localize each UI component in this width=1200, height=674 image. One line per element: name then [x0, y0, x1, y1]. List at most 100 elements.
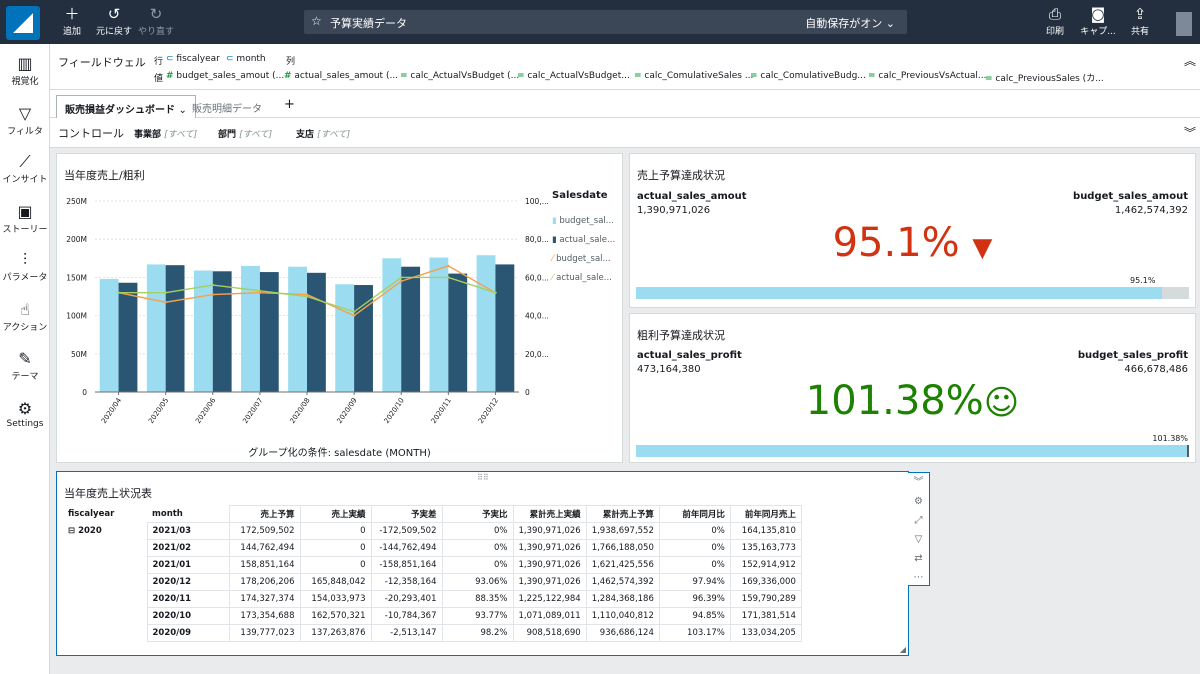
control-division[interactable]: 事業部 [すべて]	[134, 127, 197, 140]
month-cell: 2020/09	[146, 624, 230, 642]
more-icon[interactable]: ⋯	[908, 568, 929, 587]
x-tick-label: 2020/11	[430, 397, 453, 425]
legend-item[interactable]: ▮ actual_sale...	[552, 231, 615, 250]
control-branch[interactable]: 支店 [すべて]	[296, 127, 350, 140]
sidebar-item-theme[interactable]: ✎ テーマ	[0, 349, 50, 382]
add-button[interactable]: ＋ 追加	[60, 6, 84, 38]
table-cell: 162,570,321	[299, 607, 372, 625]
sidebar-item-action[interactable]: ☝ アクション	[0, 300, 50, 333]
collapse-fieldwell-icon[interactable]: ︽	[1184, 52, 1196, 69]
sidebar-item-settings[interactable]: ⚙ Settings	[0, 399, 50, 429]
quicksight-logo[interactable]	[6, 6, 40, 40]
table-cell: 1,110,040,812	[585, 607, 660, 625]
thumbs-down-icon: ▼	[972, 233, 993, 263]
sheet-tabs: 販売損益ダッシュボード ⌄ 販売明細データ +	[50, 90, 1200, 118]
table-cell: 164,135,810	[729, 522, 802, 540]
sales-profit-chart-panel[interactable]: 当年度売上/粗利 0 0 50M 20,0... 100M 40,0... 150M 60,0…	[56, 153, 623, 463]
undo-button[interactable]: ↺ 元に戻す	[96, 6, 132, 38]
calc-field-icon: =	[400, 71, 408, 81]
sales-table-panel[interactable]: ⠿⠿ 当年度売上状況表 fiscalyear month 売上予算 売上実績 予実差 予実…	[56, 471, 909, 656]
filter-icon[interactable]: ▽	[908, 530, 929, 549]
column-header[interactable]: 売上実績	[299, 505, 372, 523]
value-field[interactable]: = calc_ActualVsBudget (...	[400, 71, 519, 81]
value-field[interactable]: = calc_PreviousSales (カ...	[985, 71, 1104, 84]
table-cell: 88.35%	[441, 590, 514, 608]
control-department[interactable]: 部門 [すべて]	[218, 127, 272, 140]
swap-icon[interactable]: ⇄	[908, 549, 929, 568]
table-cell: 96.39%	[658, 590, 731, 608]
x-tick-label: 2020/08	[288, 397, 311, 425]
collapse-icon[interactable]: ︾	[908, 473, 929, 492]
redo-button[interactable]: ↻ やり直す	[138, 6, 174, 38]
tab-sales-detail[interactable]: 販売明細データ	[184, 95, 270, 118]
value-field[interactable]: = calc_ComulativeBudg...	[750, 71, 866, 81]
line-point	[447, 276, 450, 279]
field-wells: フィールドウェル 行 ⊂ fiscalyear ⊂ month 列 値 # bu…	[50, 44, 1200, 90]
print-button[interactable]: ⎙ 印刷	[1042, 6, 1068, 38]
capture-button[interactable]: ◙ キャプ...	[1078, 6, 1118, 38]
resize-handle-icon[interactable]: ◢	[900, 645, 906, 654]
table-row: 2020/11 174,327,374 154,033,973 -20,293,401…	[63, 590, 802, 608]
table-cell: 1,621,425,556	[585, 556, 660, 574]
story-icon: ▣	[17, 202, 33, 221]
table-cell: 1,225,122,984	[512, 590, 587, 608]
year-cell[interactable]: ⊟ 2020	[63, 523, 147, 642]
month-cell: 2021/02	[146, 539, 230, 557]
share-button[interactable]: ⇪ 共有	[1128, 6, 1152, 38]
format-visual-icon[interactable]: ⚙	[908, 492, 929, 511]
controls-title: コントロール	[58, 127, 124, 140]
row-field-month[interactable]: ⊂ month	[226, 54, 266, 64]
sidebar-item-insight[interactable]: ⟋ インサイト	[0, 152, 50, 185]
kpi-title: 粗利予算達成状況	[637, 329, 725, 342]
table-cell: 0%	[441, 539, 514, 557]
legend-line-swatch: ⁄	[552, 273, 554, 283]
sales-budget-kpi-panel[interactable]: 売上予算達成状況 actual_sales_amout 1,390,971,02…	[629, 153, 1196, 308]
kpi-progress-track	[636, 445, 1189, 457]
column-header[interactable]: 予実比	[441, 505, 514, 523]
table-cell: 0%	[658, 539, 731, 557]
star-icon[interactable]: ☆	[311, 14, 322, 28]
table-cell: 936,686,124	[585, 624, 660, 642]
column-header[interactable]: 前年同月比	[658, 505, 731, 523]
value-field[interactable]: = calc_ComulativeSales ...	[634, 71, 753, 81]
sidebar-item-story[interactable]: ▣ ストーリー	[0, 202, 50, 235]
tab-sales-dashboard[interactable]: 販売損益ダッシュボード ⌄	[56, 95, 196, 118]
value-field[interactable]: # budget_sales_amout (...	[166, 71, 284, 81]
column-header[interactable]: 累計売上予算	[585, 505, 660, 523]
autosave-toggle[interactable]: 自動保存がオン ⌄	[805, 15, 895, 31]
sidebar-item-filter[interactable]: ▽ フィルタ	[0, 104, 50, 137]
analysis-title-bar[interactable]: ☆ 予算実績データ 自動保存がオン ⌄	[304, 10, 907, 34]
row-field-fiscalyear[interactable]: ⊂ fiscalyear	[166, 54, 220, 64]
profit-budget-kpi-panel[interactable]: 粗利予算達成状況 actual_sales_profit 473,164,380…	[629, 313, 1196, 463]
add-sheet-button[interactable]: +	[276, 95, 303, 118]
column-header[interactable]: 前年同月売上	[729, 505, 802, 523]
legend-item[interactable]: ▮ budget_sal...	[552, 212, 615, 231]
table-cell: 98.2%	[441, 624, 514, 642]
avatar[interactable]	[1176, 12, 1192, 36]
column-header[interactable]: 予実差	[370, 505, 443, 523]
legend-item[interactable]: ⁄ budget_sal...	[552, 250, 615, 269]
y-tick-label: 250M	[66, 197, 87, 206]
expand-controls-icon[interactable]: ︾	[1184, 124, 1196, 141]
table-cell: 908,518,690	[512, 624, 587, 642]
sidebar-item-visualize[interactable]: ▥ 視覚化	[0, 54, 50, 87]
controls-bar: コントロール 事業部 [すべて] 部門 [すべて] 支店 [すべて] ︾	[50, 118, 1200, 148]
chart-legend: ▮ budget_sal... ▮ actual_sale... ⁄ budge…	[552, 212, 615, 288]
table-cell: -144,762,494	[370, 539, 443, 557]
smile-icon: ☺	[983, 383, 1020, 423]
row-header: fiscalyear	[63, 505, 147, 523]
drag-handle-icon[interactable]: ⠿⠿	[477, 473, 489, 482]
value-field[interactable]: = calc_PreviousVsActual...	[868, 71, 987, 81]
value-field[interactable]: # actual_sales_amout (...	[284, 71, 398, 81]
legend-item[interactable]: ⁄ actual_sale...	[552, 269, 615, 288]
sidebar-item-parameter[interactable]: ⫶ パラメータ	[0, 250, 50, 283]
calc-field-icon: =	[517, 71, 525, 81]
column-header[interactable]: 売上予算	[228, 505, 301, 523]
value-field[interactable]: = calc_ActualVsBudget...	[517, 71, 630, 81]
expand-icon[interactable]: ⤢	[908, 511, 929, 530]
kpi-progress-fill	[636, 445, 1189, 457]
bar	[495, 264, 515, 392]
line-point	[305, 295, 309, 298]
table-cell: 0	[299, 522, 372, 540]
column-header[interactable]: 累計売上実績	[512, 505, 587, 523]
